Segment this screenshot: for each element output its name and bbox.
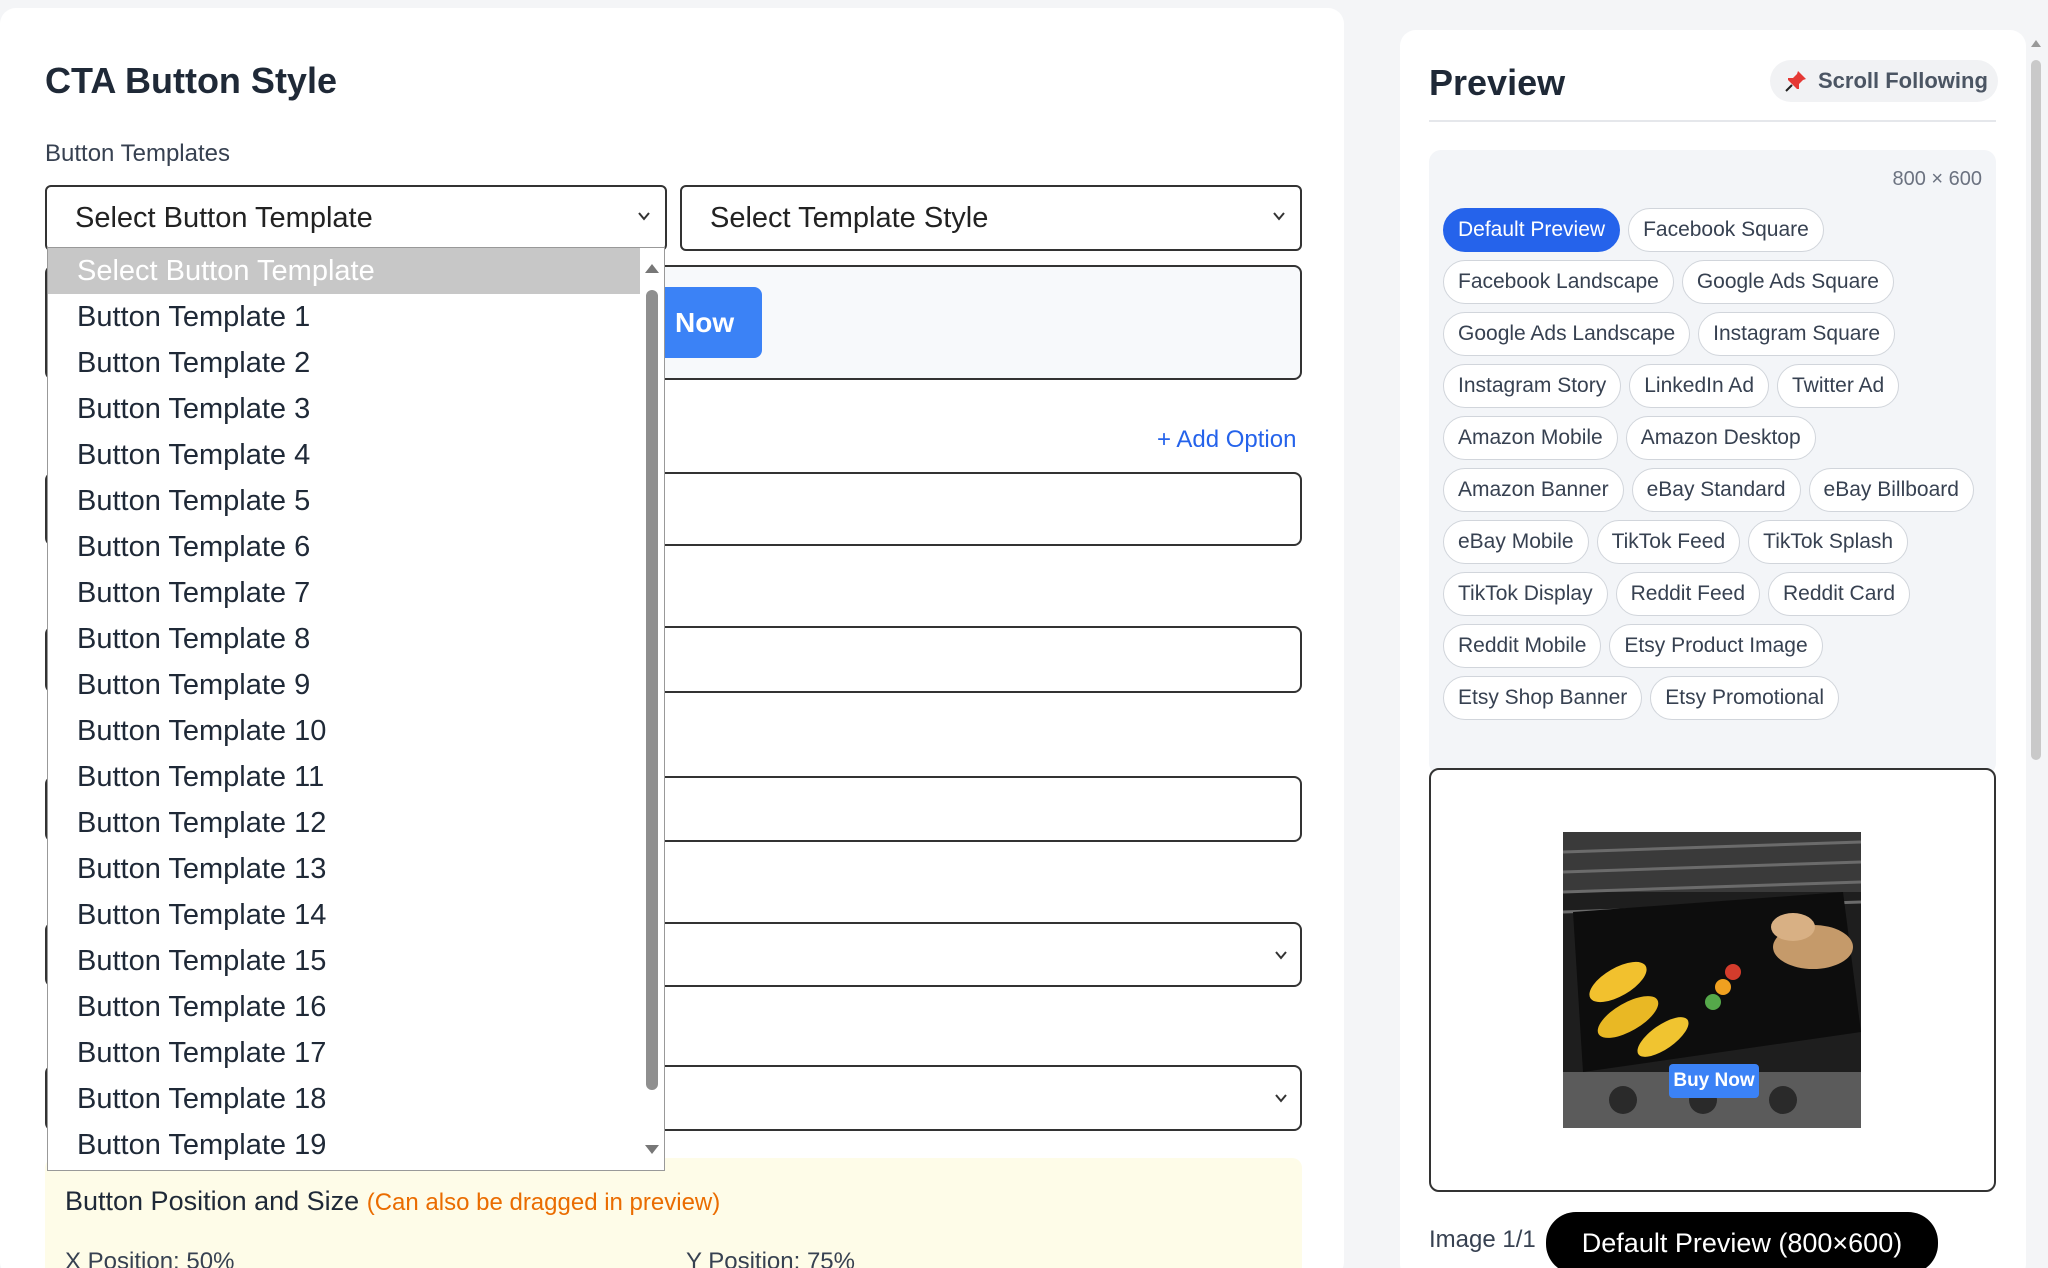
scroll-up-icon[interactable] [2031, 40, 2041, 47]
format-chip[interactable]: Facebook Landscape [1443, 260, 1674, 304]
dropdown-scrollbar[interactable] [640, 248, 664, 1170]
format-chip[interactable]: Etsy Product Image [1609, 624, 1823, 668]
add-option-link[interactable]: + Add Option [1157, 426, 1302, 454]
dropdown-option[interactable]: Button Template 14 [48, 892, 642, 938]
ad-formats-card: 800 × 600 Default Preview Facebook Square… [1429, 150, 1996, 775]
format-chip[interactable]: Amazon Banner [1443, 468, 1624, 512]
position-hint: (Can also be dragged in preview) [366, 1189, 721, 1216]
format-chip[interactable]: TikTok Display [1443, 572, 1608, 616]
y-position-label: Y Position: 75% [686, 1248, 855, 1268]
format-chip[interactable]: eBay Standard [1631, 468, 1801, 512]
scrollbar-thumb[interactable] [646, 290, 658, 1090]
format-chip[interactable]: Facebook Square [1628, 208, 1824, 252]
x-position-label: X Position: 50% [65, 1248, 235, 1268]
format-chip[interactable]: Etsy Shop Banner [1443, 676, 1643, 720]
dropdown-option[interactable]: Button Template 1 [48, 294, 642, 340]
format-chip[interactable]: Instagram Story [1443, 364, 1622, 408]
dropdown-option[interactable]: Button Template 18 [48, 1076, 642, 1122]
scroll-down-icon[interactable] [645, 1145, 659, 1154]
image-counter: Image 1/1 [1429, 1226, 1536, 1253]
chevron-down-icon [1273, 212, 1285, 221]
dropdown-option[interactable]: Button Template 7 [48, 570, 642, 616]
button-template-select[interactable]: Select Button Template [45, 185, 667, 251]
position-size-card: Button Position and Size (Can also be dr… [45, 1158, 1302, 1268]
dropdown-option[interactable]: Button Template 17 [48, 1030, 642, 1076]
format-chip[interactable]: LinkedIn Ad [1629, 364, 1769, 408]
position-title: Button Position and Size (Can also be dr… [65, 1186, 720, 1217]
dropdown-option[interactable]: Button Template 10 [48, 708, 642, 754]
panel-title: CTA Button Style [45, 60, 337, 101]
format-chip[interactable]: Amazon Mobile [1443, 416, 1618, 460]
format-chip-list: Default Preview Facebook Square Facebook L… [1443, 208, 1988, 720]
dimensions-label: 800 × 600 [1892, 168, 1982, 190]
format-chip[interactable]: Etsy Promotional [1650, 676, 1840, 720]
chevron-down-icon [1275, 951, 1287, 960]
format-chip[interactable]: eBay Billboard [1808, 468, 1974, 512]
dropdown-option[interactable]: Button Template 15 [48, 938, 642, 984]
format-chip[interactable]: Amazon Desktop [1625, 416, 1816, 460]
button-templates-label: Button Templates [45, 140, 231, 167]
scroll-following-toggle[interactable]: Scroll Following [1770, 60, 1998, 102]
dropdown-option[interactable]: Button Template 13 [48, 846, 642, 892]
format-chip[interactable]: Instagram Square [1698, 312, 1896, 356]
format-chip[interactable]: eBay Mobile [1443, 520, 1589, 564]
dropdown-option[interactable]: Button Template 12 [48, 800, 642, 846]
dropdown-option[interactable]: Button Template 8 [48, 616, 642, 662]
scroll-up-icon[interactable] [645, 264, 659, 273]
dropdown-option[interactable]: Button Template 9 [48, 662, 642, 708]
format-chip[interactable]: Twitter Ad [1777, 364, 1900, 408]
preview-canvas: Buy Now [1429, 768, 1996, 1192]
dropdown-option[interactable]: Button Template 4 [48, 432, 642, 478]
divider [1429, 120, 1996, 122]
dropdown-option[interactable]: Select Button Template [48, 248, 642, 294]
image-cta-button[interactable]: Buy Now [1669, 1064, 1759, 1098]
dropdown-option[interactable]: Button Template 2 [48, 340, 642, 386]
format-chip[interactable]: Google Ads Square [1681, 260, 1894, 304]
dropdown-option[interactable]: Button Template 6 [48, 524, 642, 570]
sample-cta-label: Now [675, 306, 735, 338]
chevron-down-icon [1275, 1094, 1287, 1103]
style-select-value: Select Template Style [710, 201, 989, 234]
format-chip[interactable]: Reddit Card [1768, 572, 1911, 616]
format-chip[interactable]: Reddit Feed [1615, 572, 1760, 616]
pushpin-icon [1785, 71, 1806, 92]
dropdown-option[interactable]: Button Template 11 [48, 754, 642, 800]
page-scrollbar-thumb[interactable] [2031, 60, 2041, 760]
format-chip[interactable]: Default Preview [1443, 208, 1621, 252]
template-dropdown-list[interactable]: Select Button Template Button Template 1B… [47, 247, 665, 1171]
dropdown-option[interactable]: Button Template 5 [48, 478, 642, 524]
chevron-down-icon [638, 212, 650, 221]
preview-panel: Preview Scroll Following 800 × 600 Defau… [1400, 30, 2026, 1268]
dropdown-option[interactable]: Button Template 16 [48, 984, 642, 1030]
format-chip[interactable]: TikTok Splash [1748, 520, 1909, 564]
format-chip[interactable]: Google Ads Landscape [1443, 312, 1691, 356]
format-chip[interactable]: TikTok Feed [1596, 520, 1741, 564]
template-select-value: Select Button Template [75, 201, 373, 234]
format-chip[interactable]: Reddit Mobile [1443, 624, 1602, 668]
dropdown-option[interactable]: Button Template 19 [48, 1122, 642, 1168]
dropdown-items: Select Button Template Button Template 1B… [48, 248, 664, 1168]
product-image: Buy Now [1563, 832, 1861, 1128]
preview-title: Preview [1429, 62, 1566, 103]
page-scrollbar[interactable] [2028, 30, 2044, 1268]
current-format-pill: Default Preview (800×600) [1546, 1212, 1938, 1268]
page: CTA Button Style Button Templates Select… [0, 0, 2048, 1268]
position-title-text: Button Position and Size [65, 1186, 360, 1216]
template-style-select[interactable]: Select Template Style [680, 185, 1302, 251]
scroll-following-label: Scroll Following [1818, 68, 1988, 93]
dropdown-option[interactable]: Button Template 3 [48, 386, 642, 432]
